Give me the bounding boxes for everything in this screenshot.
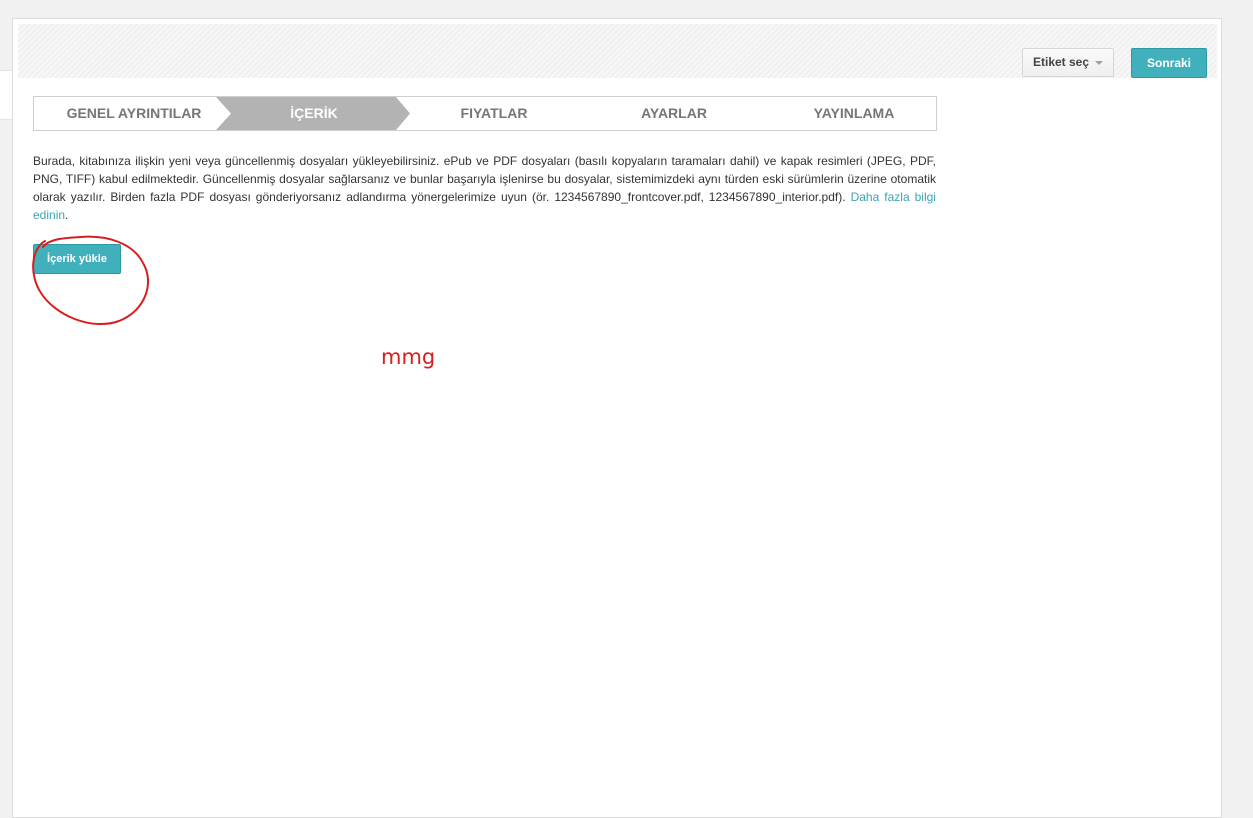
top-toolbar: Etiket seç Sonraki: [18, 24, 1217, 78]
main-card: Etiket seç Sonraki GENEL AYRINTILAR İÇER…: [12, 18, 1222, 818]
label-select-text: Etiket seç: [1033, 55, 1090, 69]
annotation-text: mmg: [381, 345, 436, 369]
content-description: Burada, kitabınıza ilişkin yeni veya gün…: [33, 152, 936, 224]
next-button[interactable]: Sonraki: [1131, 48, 1207, 78]
upload-content-button[interactable]: İçerik yükle: [33, 244, 121, 274]
step-content[interactable]: İÇERİK: [224, 97, 404, 130]
red-circle-annotation: [32, 235, 149, 326]
label-select-dropdown[interactable]: Etiket seç: [1022, 48, 1114, 77]
step-general-details[interactable]: GENEL AYRINTILAR: [34, 97, 234, 130]
step-progress-bar: GENEL AYRINTILAR İÇERİK FIYATLAR AYARLAR…: [33, 96, 937, 131]
step-settings[interactable]: AYARLAR: [584, 97, 764, 130]
background-panel: [0, 70, 12, 120]
step-prices[interactable]: FIYATLAR: [404, 97, 584, 130]
description-text: Burada, kitabınıza ilişkin yeni veya gün…: [33, 154, 936, 204]
chevron-down-icon: [1095, 61, 1103, 65]
step-publish[interactable]: YAYINLAMA: [764, 97, 944, 130]
description-end: .: [65, 208, 69, 222]
